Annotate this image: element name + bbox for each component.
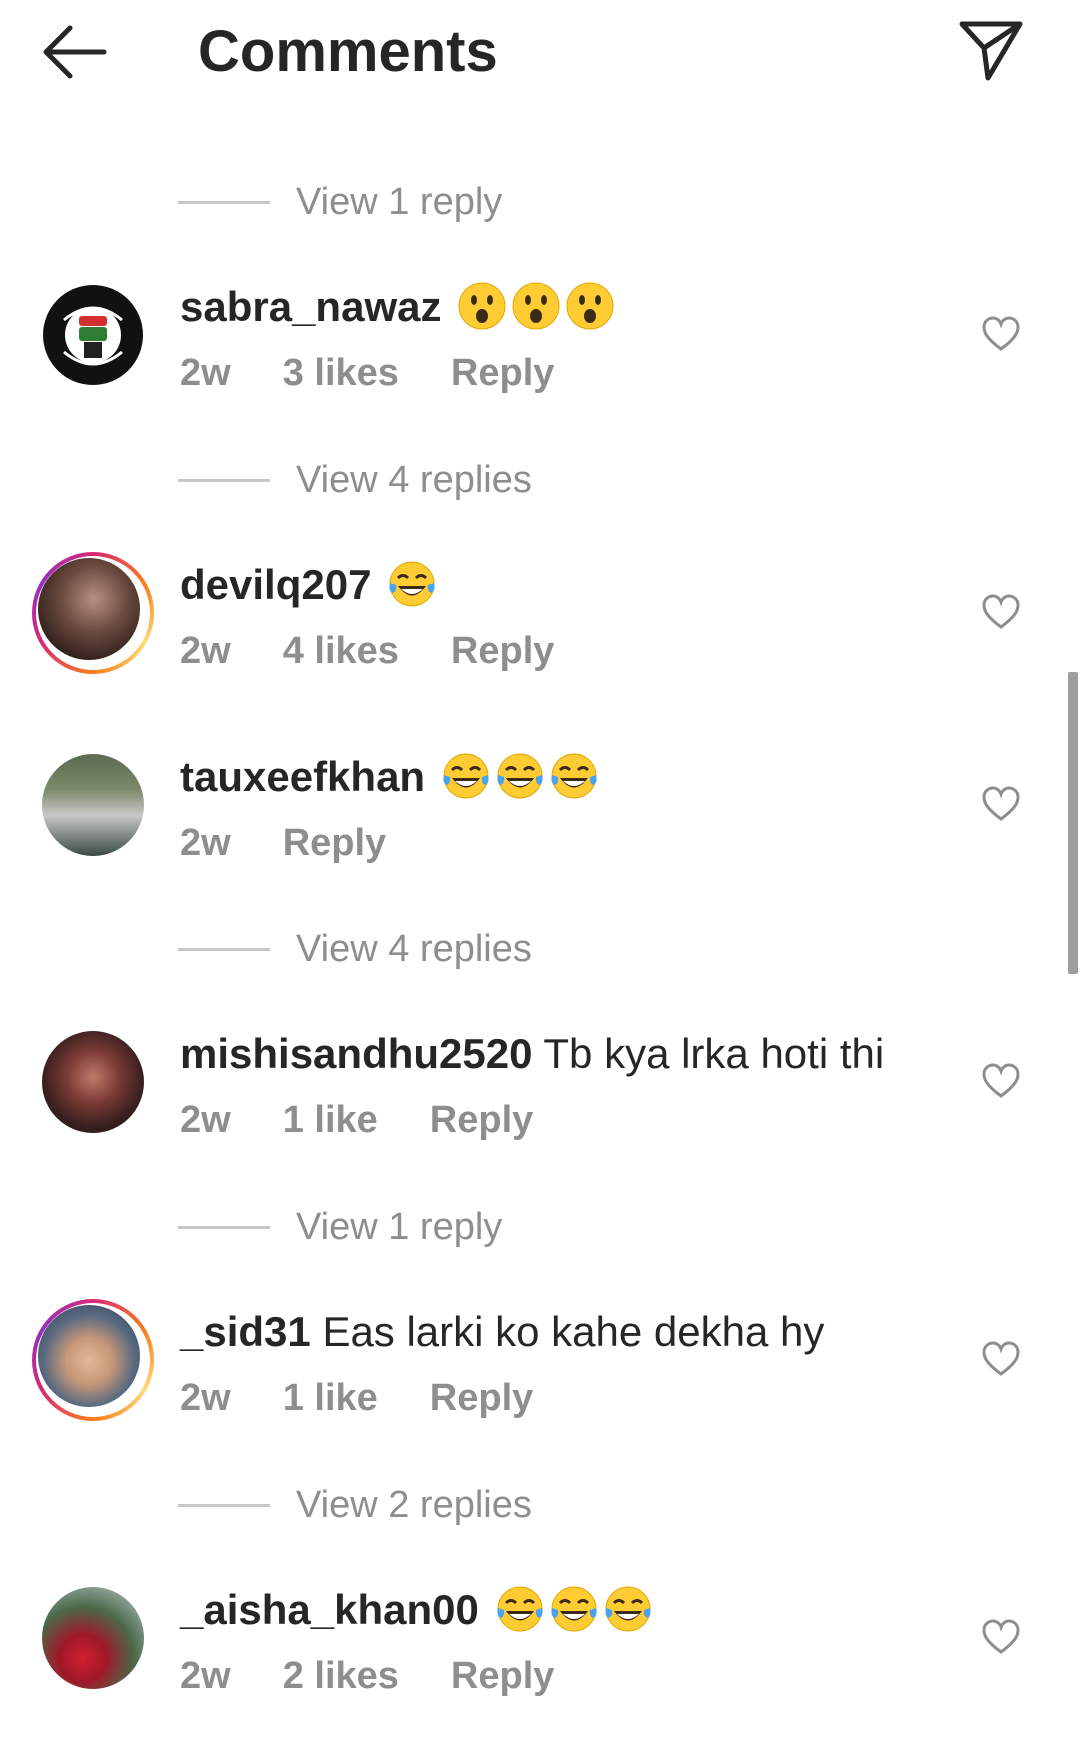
astonished-face-icon	[512, 282, 560, 330]
view-replies-link[interactable]: View 1 reply	[178, 177, 502, 227]
tears-of-joy-icon	[496, 1586, 543, 1632]
timestamp: 2w	[180, 1377, 231, 1419]
reply-button[interactable]: Reply	[283, 822, 386, 864]
comment-item: mishisandhu2520 Tb kya lrka hoti thi 2w 1…	[0, 1017, 1080, 1157]
avatar[interactable]	[42, 1031, 144, 1133]
divider	[178, 947, 270, 951]
page-title: Comments	[198, 19, 498, 84]
timestamp: 2w	[180, 822, 231, 864]
tears-of-joy-icon	[443, 753, 489, 799]
view-replies-label: View 4 replies	[296, 927, 532, 970]
view-replies-link[interactable]: View 2 replies	[178, 1480, 532, 1530]
view-replies-label: View 1 reply	[296, 1205, 503, 1248]
tears-of-joy-icon	[551, 753, 597, 799]
story-ring[interactable]	[32, 1299, 154, 1421]
timestamp: 2w	[180, 1099, 231, 1141]
timestamp: 2w	[180, 630, 231, 672]
username[interactable]: tauxeefkhan	[180, 753, 425, 800]
view-replies-link[interactable]: View 1 reply	[178, 1202, 502, 1252]
scrollbar[interactable]	[1068, 672, 1078, 974]
username[interactable]: _sid31	[180, 1308, 311, 1355]
astonished-face-icon	[458, 282, 506, 330]
username[interactable]: mishisandhu2520	[180, 1030, 532, 1077]
view-replies-link[interactable]: View 4 replies	[178, 455, 532, 505]
likes-count[interactable]: 2 likes	[283, 1655, 399, 1697]
reply-button[interactable]: Reply	[451, 352, 554, 394]
comment-item: tauxeefkhan 2w Reply	[0, 740, 1080, 880]
comment-text: sabra_nawaz	[180, 280, 615, 334]
comment-meta: 2w Reply	[180, 820, 438, 866]
heart-icon[interactable]	[982, 594, 1020, 630]
astonished-face-icon	[566, 282, 614, 330]
reply-button[interactable]: Reply	[430, 1099, 533, 1141]
view-replies-label: View 4 replies	[296, 458, 532, 501]
heart-icon[interactable]	[982, 1341, 1020, 1377]
comment-item: _sid31 Eas larki ko kahe dekha hy 2w 1 li…	[0, 1295, 1080, 1435]
heart-icon[interactable]	[982, 1619, 1020, 1655]
likes-count[interactable]: 1 like	[283, 1099, 378, 1141]
divider	[178, 1503, 270, 1507]
comment-meta: 2w 2 likes Reply	[180, 1653, 606, 1699]
send-icon	[959, 21, 1023, 81]
comment-meta: 2w 4 likes Reply	[180, 628, 606, 674]
reply-button[interactable]: Reply	[451, 1655, 554, 1697]
reply-button[interactable]: Reply	[430, 1377, 533, 1419]
comment-text: mishisandhu2520 Tb kya lrka hoti thi	[180, 1027, 884, 1081]
likes-count[interactable]: 1 like	[283, 1377, 378, 1419]
free-palestine-logo-icon	[43, 285, 143, 385]
comment-text: _aisha_khan00	[180, 1583, 653, 1637]
tears-of-joy-icon	[497, 753, 543, 799]
comment-item: _aisha_khan00 2w 2 likes Reply	[0, 1573, 1080, 1713]
divider	[178, 1225, 270, 1229]
reply-button[interactable]: Reply	[451, 630, 554, 672]
tears-of-joy-icon	[389, 561, 435, 607]
avatar[interactable]	[42, 754, 144, 856]
heart-icon[interactable]	[982, 786, 1020, 822]
heart-icon[interactable]	[982, 316, 1020, 352]
heart-icon[interactable]	[982, 1063, 1020, 1099]
likes-count[interactable]: 4 likes	[283, 630, 399, 672]
story-ring[interactable]	[32, 552, 154, 674]
arrow-left-icon	[43, 25, 107, 79]
comment-item: devilq207 2w 4 likes Reply	[0, 548, 1080, 688]
comment-text: tauxeefkhan	[180, 750, 599, 804]
comment-meta: 2w 1 like Reply	[180, 1097, 585, 1143]
tears-of-joy-icon	[550, 1586, 597, 1632]
divider	[178, 478, 270, 482]
username[interactable]: devilq207	[180, 561, 371, 608]
avatar	[38, 558, 140, 660]
divider	[178, 200, 270, 204]
send-button[interactable]	[958, 18, 1026, 82]
comment-item: sabra_nawaz 2w 3 likes Reply	[0, 270, 1080, 410]
timestamp: 2w	[180, 352, 231, 394]
view-replies-label: View 1 reply	[296, 180, 503, 223]
avatar[interactable]	[42, 284, 144, 386]
view-replies-link[interactable]: View 4 replies	[178, 924, 532, 974]
view-replies-label: View 2 replies	[296, 1483, 532, 1526]
comment-meta: 2w 3 likes Reply	[180, 350, 606, 396]
avatar[interactable]	[42, 1587, 144, 1689]
avatar	[38, 1305, 140, 1407]
username[interactable]: sabra_nawaz	[180, 283, 441, 330]
comment-meta: 2w 1 like Reply	[180, 1375, 585, 1421]
username[interactable]: _aisha_khan00	[180, 1586, 479, 1633]
comment-body: Eas larki ko kahe dekha hy	[322, 1308, 825, 1355]
back-button[interactable]	[40, 22, 110, 82]
comment-body: Tb kya lrka hoti thi	[543, 1030, 885, 1077]
header-bar: Comments	[0, 0, 1080, 110]
tears-of-joy-icon	[604, 1586, 651, 1632]
comment-text: _sid31 Eas larki ko kahe dekha hy	[180, 1305, 824, 1359]
likes-count[interactable]: 3 likes	[283, 352, 399, 394]
timestamp: 2w	[180, 1655, 231, 1697]
comment-text: devilq207	[180, 558, 437, 612]
